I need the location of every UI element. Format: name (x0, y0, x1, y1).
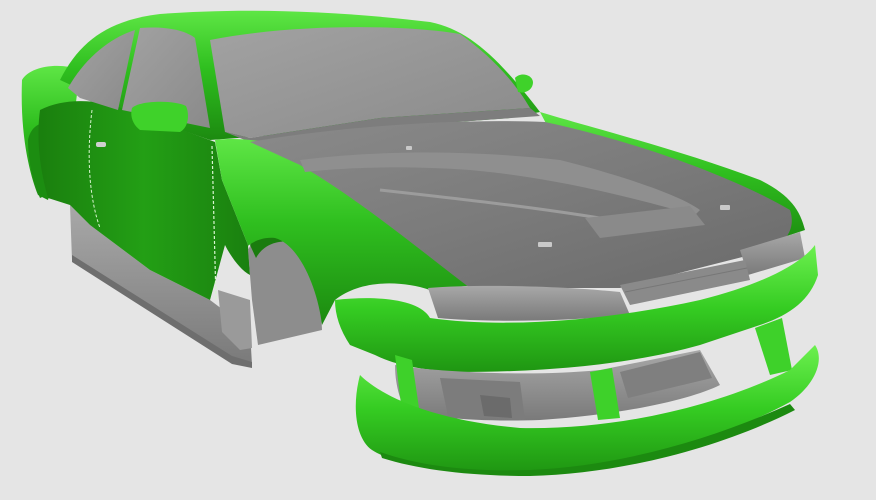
car-body-model (21, 10, 819, 476)
left-headlight (428, 285, 630, 321)
left-mirror (131, 101, 188, 132)
3d-model-viewport[interactable] (0, 0, 876, 500)
